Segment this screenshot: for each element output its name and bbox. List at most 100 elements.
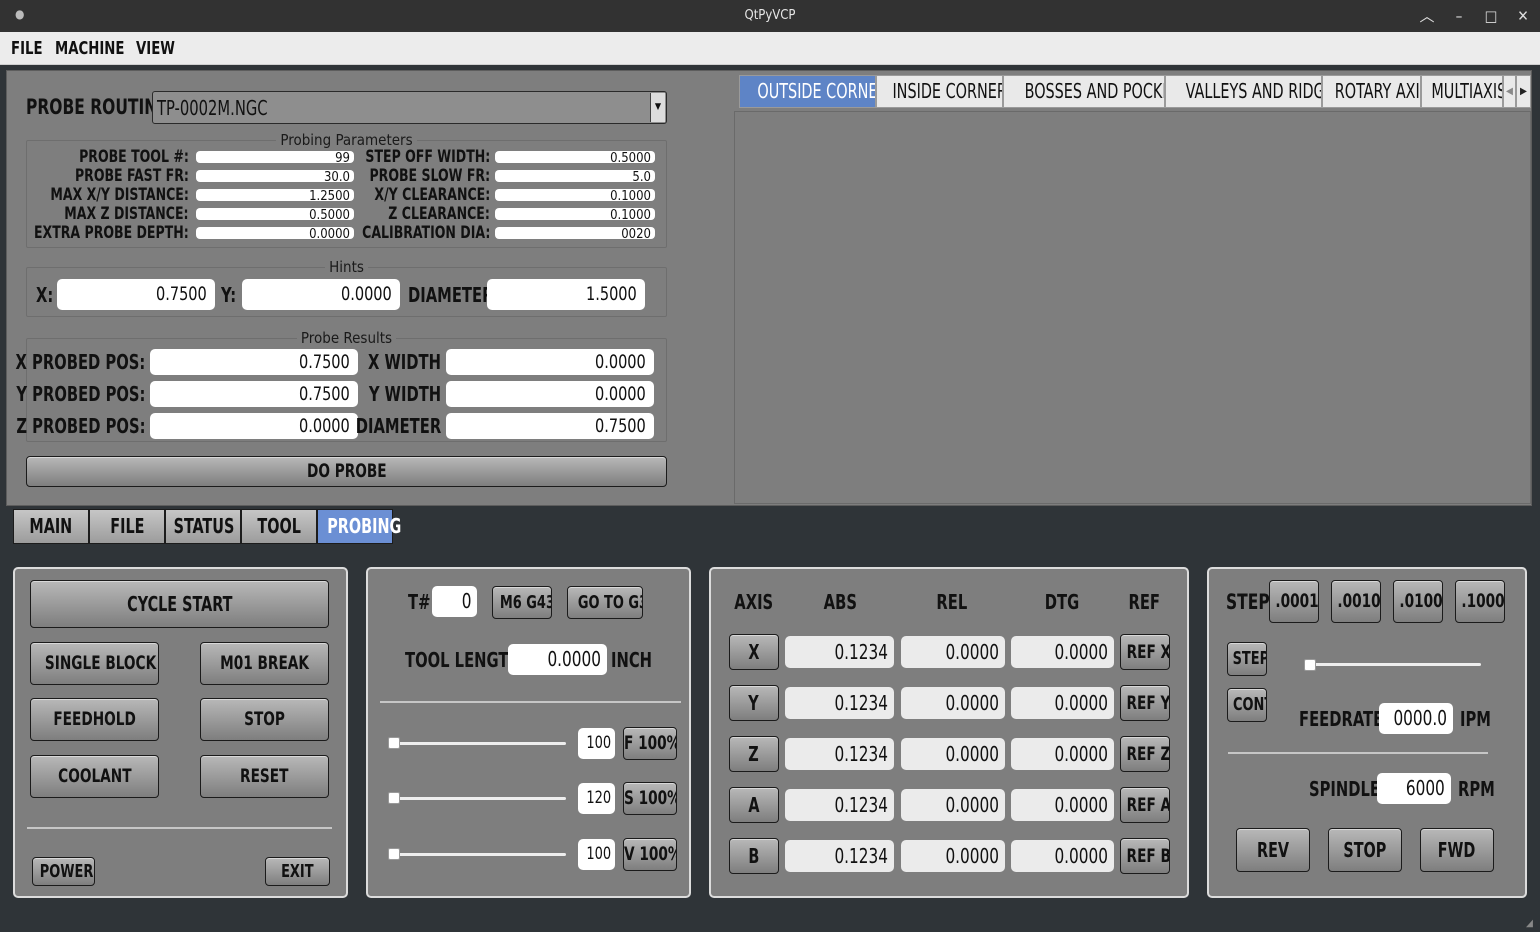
- param-field[interactable]: 1.2500: [196, 189, 354, 201]
- menu-machine[interactable]: MACHINE: [55, 38, 124, 59]
- result-field[interactable]: 0.0000: [150, 413, 358, 439]
- override-slider[interactable]: [388, 853, 566, 856]
- spindle-rev-button[interactable]: REV: [1236, 828, 1310, 872]
- result-field[interactable]: 0.0000: [446, 381, 654, 407]
- reset-button[interactable]: RESET: [200, 755, 329, 798]
- step-size-button[interactable]: .0100: [1393, 580, 1443, 623]
- ref-button[interactable]: REF B: [1120, 838, 1170, 874]
- param-field[interactable]: 0.0000: [196, 227, 354, 239]
- dro-dtg: 0.0000: [1011, 636, 1114, 668]
- result-field[interactable]: 0.7500: [150, 381, 358, 407]
- spindle-label: SPINDLE: [1309, 777, 1381, 801]
- main-tab[interactable]: MAIN: [13, 509, 89, 544]
- override-slider-handle[interactable]: [388, 792, 400, 804]
- main-tab[interactable]: TOOL: [241, 509, 317, 544]
- chevron-up-icon[interactable]: ︿: [1416, 5, 1438, 27]
- param-field[interactable]: 0.5000: [495, 151, 655, 163]
- axis-button[interactable]: Y: [729, 685, 779, 721]
- override-slider-handle[interactable]: [388, 848, 400, 860]
- cycle-start-button[interactable]: CYCLE START: [30, 580, 329, 628]
- main-tab[interactable]: PROBING: [317, 509, 401, 544]
- hint-diameter-field[interactable]: 1.5000: [487, 279, 645, 310]
- tool-length-field[interactable]: 0.0000: [508, 644, 607, 675]
- dro-abs: 0.1234: [785, 687, 894, 719]
- chevron-left-icon[interactable]: ◀: [1503, 75, 1516, 108]
- ref-button[interactable]: REF Z: [1120, 736, 1170, 772]
- spindle-stop-button[interactable]: STOP: [1328, 828, 1402, 872]
- close-icon[interactable]: ✕: [1512, 5, 1534, 27]
- feedhold-button[interactable]: FEEDHOLD: [30, 698, 159, 741]
- menu-file[interactable]: FILE: [11, 38, 43, 59]
- override-reset-button[interactable]: F 100%: [623, 727, 677, 760]
- step-mode-button[interactable]: STEP: [1227, 642, 1267, 676]
- override-value[interactable]: 100: [578, 839, 615, 870]
- axis-button[interactable]: Z: [729, 736, 779, 772]
- probe-tab[interactable]: ROTARY AXIS: [1322, 75, 1421, 108]
- override-reset-button[interactable]: V 100%: [623, 838, 677, 871]
- result-field[interactable]: 0.7500: [446, 413, 654, 439]
- exit-button[interactable]: EXIT: [265, 857, 330, 886]
- probe-routine-select[interactable]: TP-0002M.NGC ▼: [152, 91, 667, 124]
- main-tab[interactable]: STATUS: [165, 509, 241, 544]
- continuous-mode-button[interactable]: CONT: [1227, 688, 1267, 722]
- tool-number-field[interactable]: 0: [432, 586, 477, 617]
- result-label: X WIDTH: [368, 350, 441, 374]
- override-value[interactable]: 100: [578, 728, 615, 759]
- single-block-button[interactable]: SINGLE BLOCK: [30, 642, 159, 685]
- param-field[interactable]: 0.5000: [196, 208, 354, 220]
- spindle-fwd-button[interactable]: FWD: [1420, 828, 1494, 872]
- ref-button[interactable]: REF Y: [1120, 685, 1170, 721]
- m01-break-button[interactable]: M01 BREAK: [200, 642, 329, 685]
- ref-button[interactable]: REF X: [1120, 634, 1170, 670]
- probe-tab[interactable]: INSIDE CORNERS: [876, 75, 1003, 108]
- param-field[interactable]: 30.0: [196, 170, 354, 182]
- probe-tab[interactable]: MULTIAXIS: [1421, 75, 1503, 108]
- param-field[interactable]: 5.0: [495, 170, 655, 182]
- param-field[interactable]: 0020: [495, 227, 655, 239]
- override-reset-button[interactable]: S 100%: [623, 782, 677, 815]
- main-tab[interactable]: FILE: [89, 509, 165, 544]
- step-size-button[interactable]: .0001: [1269, 580, 1319, 623]
- override-slider[interactable]: [388, 797, 566, 800]
- param-field[interactable]: 0.1000: [495, 189, 655, 201]
- param-field[interactable]: 99: [196, 151, 354, 163]
- probe-tab[interactable]: BOSSES AND POCKETS: [1003, 75, 1165, 108]
- step-size-button[interactable]: .0010: [1331, 580, 1381, 623]
- probe-tab[interactable]: VALLEYS AND RIDGES: [1165, 75, 1322, 108]
- chevron-right-icon[interactable]: ▶: [1516, 75, 1531, 108]
- override-slider-handle[interactable]: [388, 737, 400, 749]
- chevron-down-icon[interactable]: ▼: [650, 93, 665, 122]
- stop-button[interactable]: STOP: [200, 698, 329, 741]
- coolant-button[interactable]: COOLANT: [30, 755, 159, 798]
- minimize-icon[interactable]: –: [1448, 5, 1470, 27]
- override-value[interactable]: 120: [578, 783, 615, 814]
- param-field[interactable]: 0.1000: [495, 208, 655, 220]
- resize-grip-icon[interactable]: ◢: [1526, 918, 1538, 930]
- dro-header: REL: [936, 590, 968, 614]
- hint-diameter-label: DIAMETER: [408, 283, 494, 307]
- menu-view[interactable]: VIEW: [136, 38, 175, 59]
- axis-button[interactable]: A: [729, 787, 779, 823]
- hint-x-label: X:: [36, 283, 54, 307]
- spindle-field[interactable]: 6000: [1377, 773, 1451, 804]
- power-button[interactable]: POWER: [32, 857, 95, 886]
- result-field[interactable]: 0.7500: [150, 349, 358, 375]
- step-label: STEP: [1226, 590, 1270, 614]
- step-size-button[interactable]: .1000: [1455, 580, 1505, 623]
- hint-y-field[interactable]: 0.0000: [242, 279, 400, 310]
- override-slider[interactable]: [388, 742, 566, 745]
- jog-slider[interactable]: [1308, 663, 1481, 666]
- probe-tab[interactable]: OUTSIDE CORNERS: [739, 75, 876, 108]
- hint-x-field[interactable]: 0.7500: [57, 279, 215, 310]
- probe-routine-value: TP-0002M.NGC: [157, 96, 268, 120]
- result-field[interactable]: 0.0000: [446, 349, 654, 375]
- feedrate-field[interactable]: 0000.0: [1379, 703, 1453, 734]
- m6-g43-button[interactable]: M6 G43: [492, 586, 552, 619]
- axis-button[interactable]: B: [729, 838, 779, 874]
- axis-button[interactable]: X: [729, 634, 779, 670]
- maximize-icon[interactable]: □: [1480, 5, 1502, 27]
- jog-slider-handle[interactable]: [1304, 659, 1316, 671]
- ref-button[interactable]: REF A: [1120, 787, 1170, 823]
- do-probe-button[interactable]: DO PROBE: [26, 456, 667, 487]
- go-to-g30-button[interactable]: GO TO G30: [567, 586, 643, 619]
